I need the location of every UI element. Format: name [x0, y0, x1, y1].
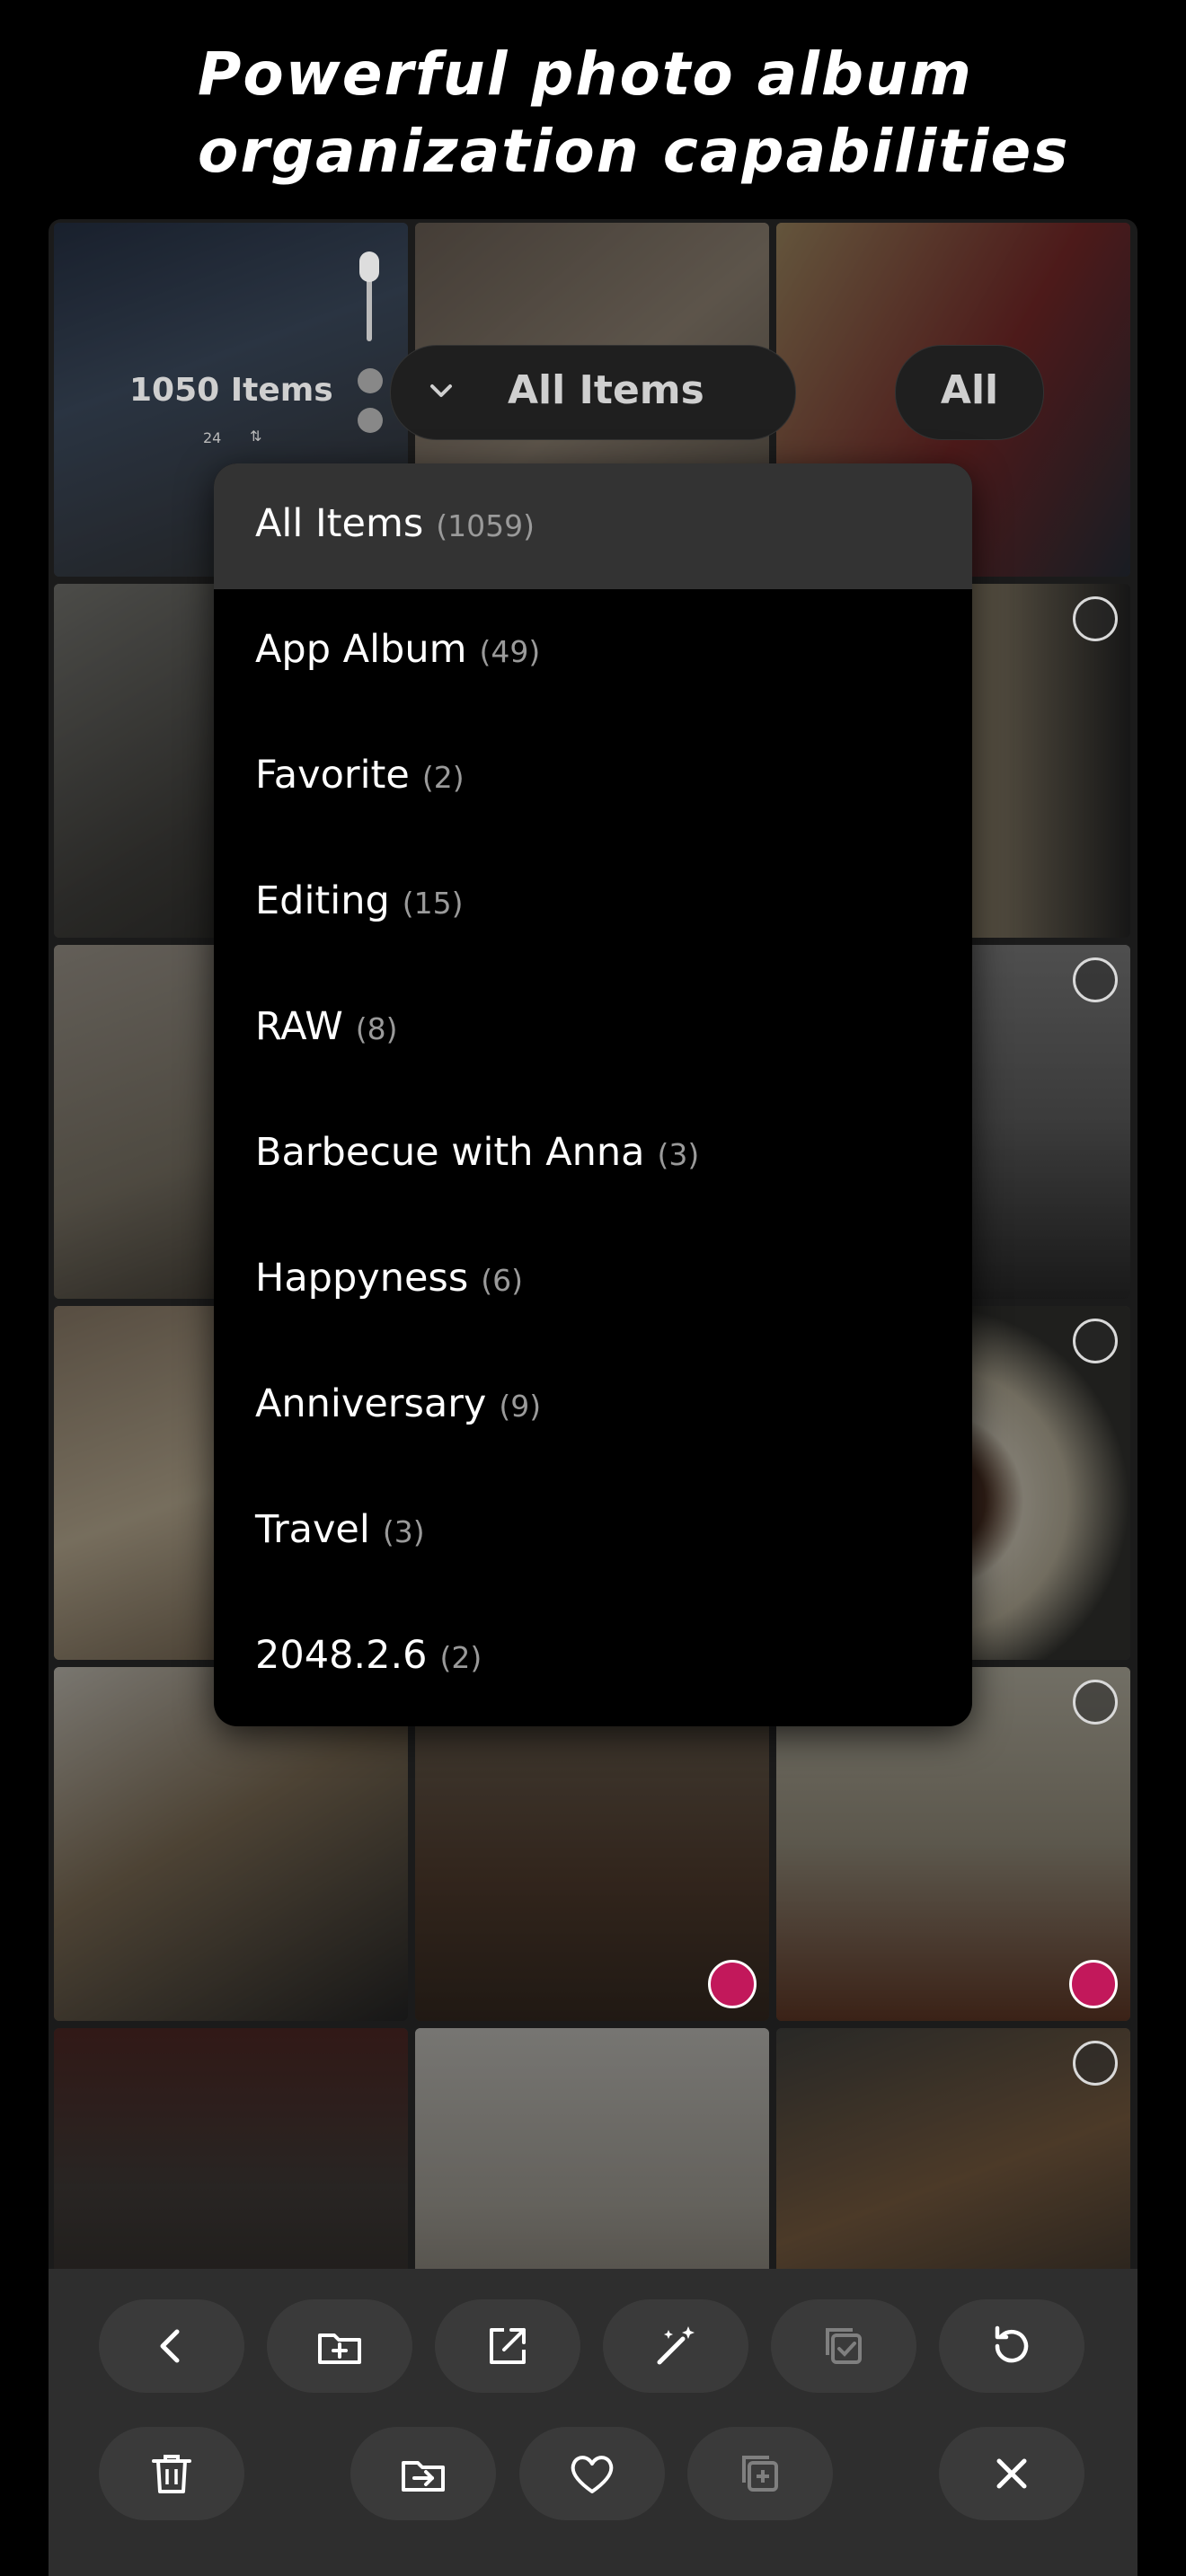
rotate-icon [995, 2325, 1029, 2363]
edit-icon[interactable] [1073, 957, 1118, 1002]
rotate-button[interactable] [939, 2299, 1084, 2393]
album-selector-label: All Items [508, 367, 704, 413]
album-option-label: Travel [255, 1507, 370, 1552]
album-selector[interactable]: All Items [390, 345, 796, 440]
headline: Powerful photo album organization capabi… [198, 36, 1096, 190]
close-icon [996, 2458, 1027, 2489]
move-icon [402, 2461, 445, 2492]
edit-icon[interactable] [1073, 1680, 1118, 1725]
bottom-toolbar [49, 2269, 1137, 2576]
album-option-raw[interactable]: RAW (8) [214, 966, 972, 1092]
selected-check-icon[interactable] [708, 1960, 757, 2008]
album-option-travel[interactable]: Travel (3) [214, 1469, 972, 1595]
edit-icon[interactable] [1073, 2041, 1118, 2086]
sort-icon[interactable]: ⇅ [250, 428, 261, 445]
chevron-down-icon [430, 384, 452, 397]
album-option-label: RAW [255, 1004, 343, 1049]
album-option-barbecue-with-anna[interactable]: Barbecue with Anna (3) [214, 1092, 972, 1218]
album-option-label: All Items [255, 501, 424, 546]
album-option-count: (1059) [436, 508, 535, 543]
add-to-album-icon [318, 2333, 361, 2364]
edit-icon[interactable] [1073, 596, 1118, 641]
mini-count-label: 24 [203, 429, 222, 446]
album-option-favorite[interactable]: Favorite (2) [214, 715, 972, 841]
album-dropdown-menu: All Items (1059) App Album (49) Favorite (2… [214, 463, 972, 1726]
album-option-editing[interactable]: Editing (15) [214, 841, 972, 966]
album-option-all-items[interactable]: All Items (1059) [214, 463, 972, 589]
album-option-label: Barbecue with Anna [255, 1130, 645, 1175]
add-to-album-button[interactable] [267, 2299, 412, 2393]
album-option-label: Anniversary [255, 1381, 487, 1426]
link-icon[interactable] [358, 408, 383, 433]
album-option-app-album[interactable]: App Album (49) [214, 589, 972, 715]
album-option-count: (15) [402, 886, 464, 921]
album-option-label: 2048.2.6 [255, 1633, 428, 1678]
album-option-anniversary[interactable]: Anniversary (9) [214, 1344, 972, 1469]
favorite-button[interactable] [519, 2427, 665, 2520]
album-option-label: Favorite [255, 753, 410, 798]
album-option-count: (2) [439, 1640, 482, 1675]
trash-icon [152, 2455, 191, 2493]
album-option-label: Editing [255, 878, 390, 923]
zoom-slider-handle[interactable] [359, 251, 379, 282]
move-button[interactable] [350, 2427, 496, 2520]
duplicate-button[interactable] [687, 2427, 833, 2520]
heart-icon [571, 2456, 614, 2493]
album-option-count: (6) [481, 1263, 523, 1298]
edit-icon[interactable] [1073, 1319, 1118, 1363]
headline-line-1: Powerful photo album [198, 40, 973, 109]
back-button[interactable] [99, 2299, 244, 2393]
back-icon [160, 2329, 180, 2363]
headline-line-2: organization capabilities [198, 117, 1070, 186]
album-option-label: App Album [255, 627, 467, 672]
select-button[interactable] [771, 2299, 916, 2393]
album-option-count: (2) [421, 760, 465, 795]
share-icon [490, 2328, 526, 2364]
album-option-count: (3) [657, 1137, 700, 1172]
selected-check-icon[interactable] [1069, 1960, 1118, 2008]
album-option-count: (8) [355, 1011, 398, 1046]
album-option-2048-2-6[interactable]: 2048.2.6 (2) [214, 1595, 972, 1721]
album-option-count: (3) [382, 1514, 425, 1549]
album-option-label: Happyness [255, 1256, 469, 1301]
album-option-count: (49) [479, 634, 541, 669]
album-option-count: (9) [499, 1389, 542, 1424]
magic-wand-icon [657, 2326, 695, 2365]
close-button[interactable] [939, 2427, 1084, 2520]
duplicate-icon [742, 2456, 778, 2492]
album-option-happyness[interactable]: Happyness (6) [214, 1218, 972, 1344]
share-button[interactable] [435, 2299, 580, 2393]
delete-button[interactable] [99, 2427, 244, 2520]
item-count-label: 1050 Items [129, 372, 333, 409]
filter-label: All [940, 367, 999, 413]
magic-edit-button[interactable] [603, 2299, 748, 2393]
info-icon[interactable] [358, 368, 383, 393]
filter-button[interactable]: All [895, 345, 1044, 440]
select-icon [826, 2328, 862, 2364]
